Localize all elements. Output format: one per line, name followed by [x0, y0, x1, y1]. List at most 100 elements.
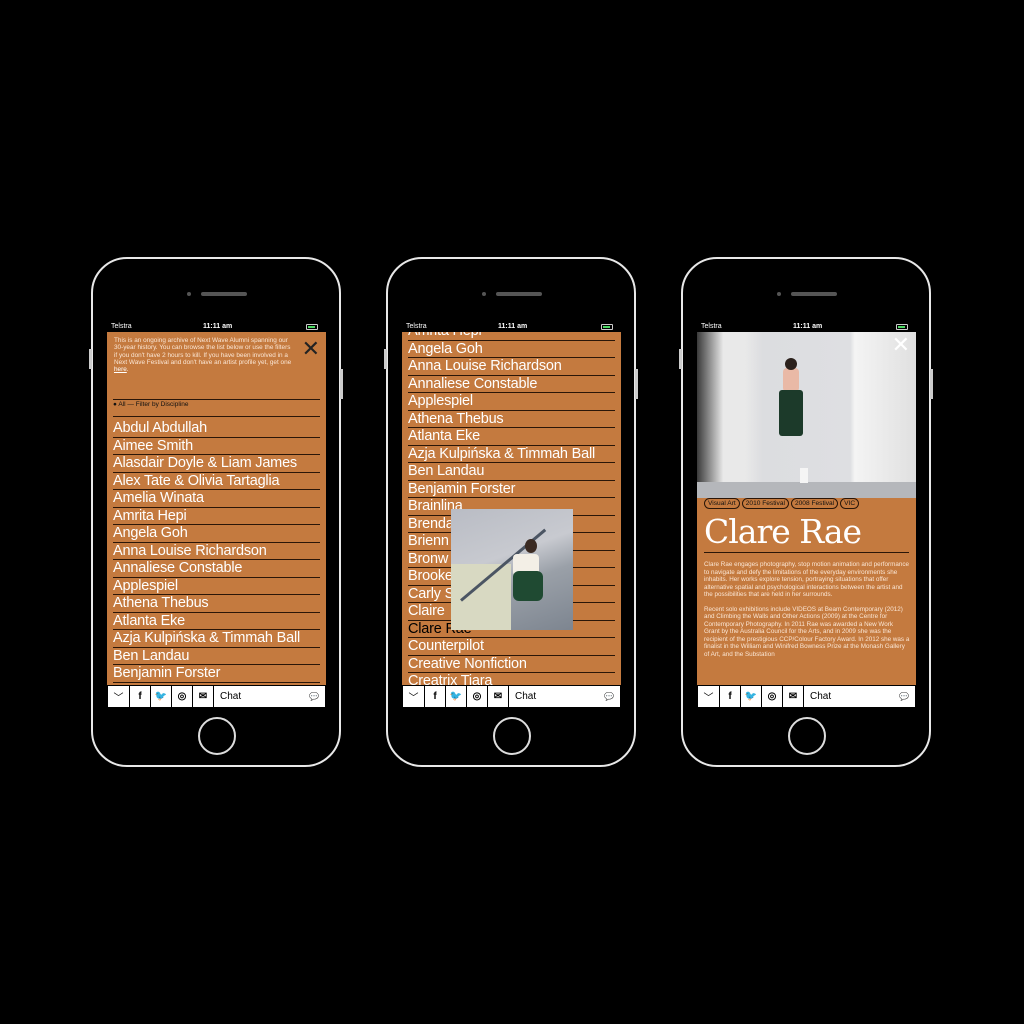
email-button[interactable]: ✉ [193, 686, 214, 707]
clock: 11:11 am [203, 323, 233, 330]
home-button[interactable] [788, 717, 826, 755]
hover-preview-image [451, 509, 573, 630]
divider [704, 552, 909, 553]
battery-icon [601, 324, 613, 330]
facebook-icon: f [433, 691, 437, 702]
artist-list-item[interactable]: Aimee Smith [113, 438, 320, 455]
status-bar: Telstra 11:11 am [402, 321, 621, 332]
close-icon[interactable]: ✕ [892, 334, 910, 356]
phone-artist-profile: Telstra 11:11 am ✕ Visual Art 2010 Festiv… [679, 257, 933, 767]
artist-list-item[interactable]: Abdul Abdullah [113, 420, 320, 438]
instagram-button[interactable]: ◎ [172, 686, 193, 707]
twitter-button[interactable]: 🐦 [151, 686, 172, 707]
carrier: Telstra [111, 323, 132, 330]
artist-list-item[interactable]: Angela Goh [408, 341, 615, 358]
battery-icon [306, 324, 318, 330]
battery-icon [896, 324, 908, 330]
chat-button[interactable]: Chat 💬 [804, 686, 915, 707]
artist-list-item[interactable]: Annaliese Constable [113, 560, 320, 578]
facebook-button[interactable]: f [425, 686, 446, 707]
artist-list: Abdul Abdullah Aimee Smith Alasdair Doyle … [113, 420, 320, 683]
twitter-button[interactable]: 🐦 [446, 686, 467, 707]
close-icon[interactable]: ✕ [302, 338, 320, 360]
instagram-icon: ◎ [472, 691, 482, 702]
chevron-down-icon: ﹀ [113, 693, 124, 704]
tag[interactable]: 2010 Festival [741, 498, 789, 509]
intro-text: This is an ongoing archive of Next Wave … [114, 337, 292, 374]
here-link[interactable]: here [114, 366, 127, 373]
twitter-icon: 🐦 [449, 691, 463, 702]
camera [187, 292, 191, 296]
artist-list-item[interactable]: Amrita Hepi [408, 332, 615, 341]
chat-label: Chat [515, 691, 537, 702]
collapse-button[interactable]: ﹀ [108, 686, 130, 707]
mail-icon: ✉ [493, 691, 503, 702]
artist-list-item[interactable]: Anna Louise Richardson [113, 543, 320, 560]
status-bar: Telstra 11:11 am [697, 321, 916, 332]
chat-label: Chat [810, 691, 832, 702]
artist-list-item[interactable]: Anna Louise Richardson [408, 358, 615, 376]
artist-list-item[interactable]: Creatrix Tiara [408, 673, 615, 685]
clock: 11:11 am [793, 323, 823, 330]
artist-list-item[interactable]: Angela Goh [113, 525, 320, 543]
chat-bubble-icon: 💬 [309, 692, 319, 701]
artist-list-item[interactable]: Ben Landau [408, 463, 615, 481]
facebook-button[interactable]: f [130, 686, 151, 707]
tag[interactable]: 2008 Festival [790, 498, 839, 509]
artist-list-item[interactable]: Alex Tate & Olivia Tartaglia [113, 473, 320, 490]
mail-icon: ✉ [198, 691, 208, 702]
artist-list-item[interactable]: Athena Thebus [113, 595, 320, 613]
artist-list-item[interactable]: Azja Kulpińska & Timmah Ball [408, 446, 615, 463]
mail-icon: ✉ [788, 691, 798, 702]
artist-list-item[interactable]: Benjamin Forster [113, 665, 320, 683]
instagram-icon: ◎ [177, 691, 187, 702]
artist-list-item[interactable]: Benjamin Forster [408, 481, 615, 498]
collapse-button[interactable]: ﹀ [698, 686, 720, 707]
chat-bubble-icon: 💬 [604, 692, 614, 701]
tag[interactable]: VIC [840, 498, 860, 509]
speaker [201, 292, 247, 296]
artist-list-item[interactable]: Athena Thebus [408, 411, 615, 428]
artist-list-item[interactable]: Annaliese Constable [408, 376, 615, 393]
bottom-bar: ﹀ f 🐦 ◎ ✉ Chat 💬 [402, 685, 621, 708]
discipline-filter[interactable]: ● All — Filter by Discipline [113, 399, 320, 417]
artist-bio: Clare Rae engages photography, stop moti… [704, 561, 910, 658]
twitter-button[interactable]: 🐦 [741, 686, 762, 707]
artist-list-item[interactable]: Applespiel [408, 393, 615, 411]
screen: Telstra 11:11 am ✕ Visual Art 2010 Festiv… [697, 321, 916, 708]
chat-button[interactable]: Chat 💬 [214, 686, 325, 707]
facebook-icon: f [728, 691, 732, 702]
clock: 11:11 am [498, 323, 528, 330]
home-button[interactable] [198, 717, 236, 755]
facebook-icon: f [138, 691, 142, 702]
email-button[interactable]: ✉ [783, 686, 804, 707]
artist-list-item[interactable]: Alasdair Doyle & Liam James [113, 455, 320, 473]
phone-artist-list: Telstra11:11 am Amrita HepiAngela GohAnn… [384, 257, 638, 767]
chat-button[interactable]: Chat 💬 [509, 686, 620, 707]
artist-list-item[interactable]: Atlanta Eke [408, 428, 615, 446]
facebook-button[interactable]: f [720, 686, 741, 707]
screen: Telstra 11:11 am This is an ongoing archi… [107, 321, 326, 708]
instagram-button[interactable]: ◎ [762, 686, 783, 707]
chat-bubble-icon: 💬 [899, 692, 909, 701]
home-button[interactable] [493, 717, 531, 755]
carrier: Telstra [701, 323, 722, 330]
bottom-bar: ﹀ f 🐦 ◎ ✉ Chat 💬 [697, 685, 916, 708]
tag[interactable]: Visual Art [704, 498, 740, 509]
phone-archive-intro: Telstra 11:11 am This is an ongoing archi… [89, 257, 343, 767]
artist-list-item[interactable]: Ben Landau [113, 648, 320, 665]
status-bar: Telstra 11:11 am [107, 321, 326, 332]
artist-list-item[interactable]: Atlanta Eke [113, 613, 320, 630]
twitter-icon: 🐦 [744, 691, 758, 702]
instagram-button[interactable]: ◎ [467, 686, 488, 707]
artist-list-item[interactable]: Counterpilot [408, 638, 615, 656]
artist-list-item[interactable]: Azja Kulpińska & Timmah Ball [113, 630, 320, 648]
artist-list-item[interactable]: Amelia Winata [113, 490, 320, 508]
collapse-button[interactable]: ﹀ [403, 686, 425, 707]
chat-label: Chat [220, 691, 242, 702]
carrier: Telstra [406, 323, 427, 330]
artist-list-item[interactable]: Creative Nonfiction [408, 656, 615, 673]
artist-list-item[interactable]: Amrita Hepi [113, 508, 320, 525]
email-button[interactable]: ✉ [488, 686, 509, 707]
artist-list-item[interactable]: Applespiel [113, 578, 320, 595]
